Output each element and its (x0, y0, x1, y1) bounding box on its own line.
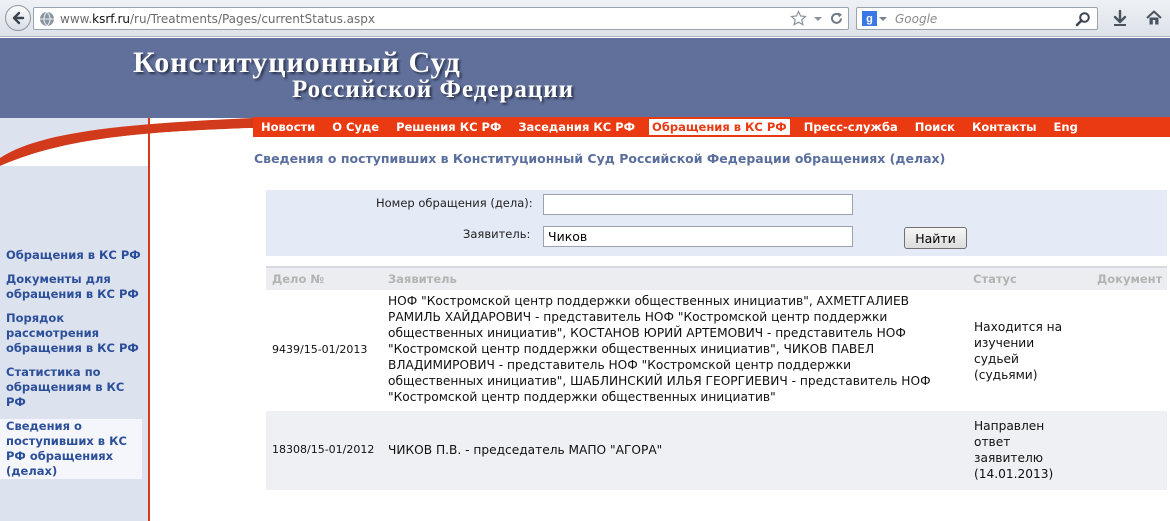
applicant-line: ВЛАДИМИРОВИЧ - представитель НОФ "Костро… (388, 358, 852, 372)
back-button[interactable] (5, 5, 31, 31)
menu-item-search[interactable]: Поиск (912, 119, 958, 135)
menu-item-contacts[interactable]: Контакты (969, 119, 1040, 135)
applicant-line: общественных инициатив", ШАБЛИНСКИЙ ИЛЬЯ… (388, 374, 931, 388)
find-button[interactable]: Найти (904, 227, 967, 249)
url-text: www.ksrf.ru/ru/Treatments/Pages/currentS… (60, 11, 375, 26)
search-placeholder: Google (895, 11, 938, 26)
sidebar-divider (148, 118, 150, 521)
table-row: 9439/15-01/2013 НОФ "Костромской центр п… (266, 290, 1167, 411)
applicant-line: общественных инициатив", КОСТАНОВ ЮРИЙ А… (388, 326, 906, 340)
menu-item-decisions[interactable]: Решения КС РФ (393, 119, 504, 135)
sidebar-item-current-status[interactable]: Сведения о поступивших в КС РФ обращения… (0, 419, 142, 479)
main-menu: Новости О Суде Решения КС РФ Заседания К… (253, 117, 1170, 137)
status-line: заявителю (974, 451, 1044, 465)
menu-item-news[interactable]: Новости (258, 119, 318, 135)
header-swoosh-decoration (0, 106, 253, 166)
header-applicant[interactable]: Заявитель (388, 272, 457, 286)
status-line: изучении (974, 336, 1035, 350)
google-logo-icon[interactable]: g (862, 11, 877, 26)
applicant-line: "Костромской центр поддержки общественны… (388, 342, 875, 356)
search-icon[interactable] (1075, 11, 1091, 27)
download-icon[interactable] (1111, 9, 1129, 27)
site-title-line-1[interactable]: Конституционный Суд (133, 46, 461, 80)
applicant-line: НОФ "Костромской центр поддержки обществ… (388, 294, 910, 308)
reload-icon[interactable] (829, 10, 844, 27)
sidebar-item-documents[interactable]: Документы для обращения в КС РФ (6, 272, 142, 302)
applicant-cell: НОФ "Костромской центр поддержки обществ… (388, 293, 968, 405)
applicant-line: РАМИЛЬ ХАЙДАРОВИЧ - представитель НОФ "К… (388, 310, 888, 324)
status-line: ответ (974, 435, 1011, 449)
globe-icon (40, 11, 54, 26)
address-bar[interactable]: www.ksrf.ru/ru/Treatments/Pages/currentS… (33, 7, 849, 30)
applicant-cell: ЧИКОВ П.В. - председатель МАПО "АГОРА" (388, 442, 968, 458)
status-line: Направлен (974, 419, 1045, 433)
menu-item-eng[interactable]: Eng (1051, 119, 1081, 135)
results-table: Дело № Заявитель Статус Документ 9439/15… (266, 266, 1167, 490)
status-line: (судьями) (974, 368, 1038, 382)
status-line: (14.01.2013) (974, 467, 1054, 481)
status-cell: Находится на изучении судьей (судьями) (974, 319, 1084, 383)
sidebar-item-appeals[interactable]: Обращения в КС РФ (6, 248, 142, 263)
case-number[interactable]: 18308/15-01/2012 (272, 443, 374, 456)
case-number-input[interactable] (543, 194, 853, 215)
menu-item-sessions[interactable]: Заседания КС РФ (515, 119, 638, 135)
table-header: Дело № Заявитель Статус Документ (266, 266, 1167, 290)
applicant-input[interactable] (543, 226, 853, 247)
bookmark-star-icon[interactable] (790, 10, 807, 27)
site-title-line-2[interactable]: Российской Федерации (292, 76, 574, 104)
history-dropdown-icon[interactable] (813, 10, 823, 27)
header-document[interactable]: Документ (1097, 272, 1162, 286)
sidebar-nav: Обращения в КС РФ Документы для обращени… (0, 248, 142, 488)
status-cell: Направлен ответ заявителю (14.01.2013) (974, 418, 1084, 482)
menu-item-press[interactable]: Пресс-служба (801, 119, 901, 135)
table-row: 18308/15-01/2012 ЧИКОВ П.В. - председате… (266, 411, 1167, 490)
status-line: Находится на (974, 320, 1063, 334)
menu-item-about[interactable]: О Суде (329, 119, 382, 135)
status-line: судьей (974, 352, 1019, 366)
applicant-label: Заявитель: (463, 227, 531, 241)
header-case-number[interactable]: Дело № (272, 272, 324, 286)
menu-item-appeals[interactable]: Обращения в КС РФ (649, 119, 790, 135)
browser-toolbar: www.ksrf.ru/ru/Treatments/Pages/currentS… (0, 0, 1170, 37)
search-bar[interactable]: g Google (856, 7, 1098, 30)
case-number[interactable]: 9439/15-01/2013 (272, 343, 367, 356)
engine-dropdown-icon[interactable] (879, 15, 887, 23)
sidebar-item-procedure[interactable]: Порядок рассмотрения обращения в КС РФ (6, 311, 142, 356)
home-icon[interactable] (1145, 9, 1163, 27)
page-title: Сведения о поступивших в Конституционный… (254, 151, 946, 166)
sidebar-item-statistics[interactable]: Статистика по обращениям в КС РФ (6, 365, 142, 410)
applicant-line: ЧИКОВ П.В. - председатель МАПО "АГОРА" (388, 443, 663, 457)
back-arrow-icon (12, 11, 25, 25)
header-status[interactable]: Статус (973, 272, 1017, 286)
applicant-line: "Костромской центр поддержки общественны… (388, 390, 776, 404)
case-number-label: Номер обращения (дела): (376, 196, 533, 210)
